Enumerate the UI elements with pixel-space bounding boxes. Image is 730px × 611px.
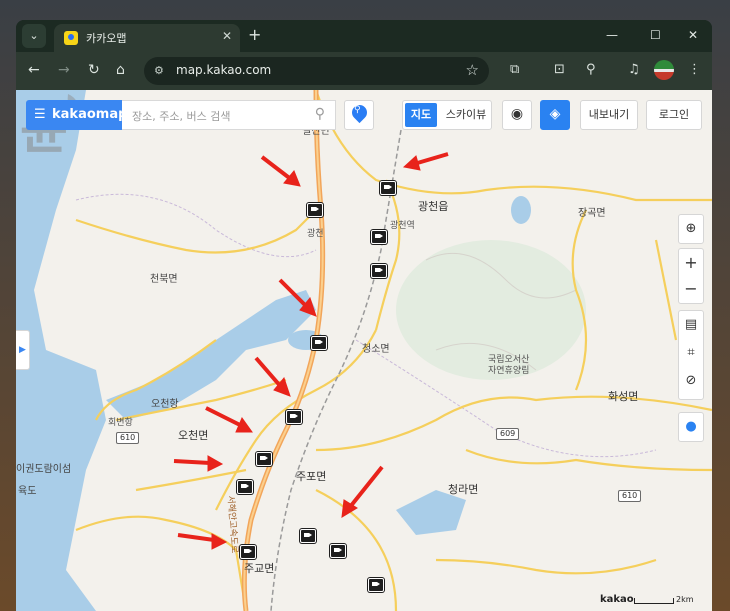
red-arrow-1 xyxy=(260,155,301,187)
speed-camera-marker[interactable] xyxy=(368,578,384,592)
roadview-button[interactable]: ◉ xyxy=(502,100,532,130)
home-icon[interactable]: ⌂ xyxy=(116,62,125,78)
search-placeholder: 장소, 주소, 버스 검색 xyxy=(132,110,231,123)
browser-window: ⌄ 카카오맵 ✕ + — ☐ ✕ ← → ↻ ⌂ ⚙ map.kakao.com… xyxy=(16,20,712,611)
reload-icon[interactable]: ↻ xyxy=(88,62,100,78)
media-control-icon[interactable]: ♫ xyxy=(628,62,640,77)
add-place-button[interactable]: ● xyxy=(678,412,704,442)
export-button[interactable]: 내보내기 xyxy=(580,100,638,130)
speed-camera-marker[interactable] xyxy=(371,264,387,278)
speed-camera-marker[interactable] xyxy=(286,410,302,424)
minimize-button[interactable]: — xyxy=(606,28,618,42)
kakaomap-logo: kakaomap xyxy=(52,107,128,122)
search-icon[interactable]: ⚲ xyxy=(315,106,325,122)
map-type-toggle: 지도 스카이뷰 xyxy=(402,100,492,130)
scale-label: 2km xyxy=(676,595,694,604)
browser-toolbar: ← → ↻ ⌂ ⚙ map.kakao.com ☆ ⧉ ⊡ ⚲ ♫ ⋮ xyxy=(16,52,712,90)
speed-camera-marker[interactable] xyxy=(307,203,323,217)
red-arrow-7 xyxy=(341,465,384,518)
place-label-ocheon-port[interactable]: 오천항 xyxy=(151,395,179,410)
address-bar-url[interactable]: map.kakao.com xyxy=(176,63,271,77)
speed-camera-marker[interactable] xyxy=(371,230,387,244)
local-roads xyxy=(75,90,712,611)
kakaomap-favicon-icon xyxy=(64,31,78,45)
place-label-gwangcheon-eup[interactable]: 광천읍 xyxy=(418,198,448,214)
nearby-pin-button[interactable] xyxy=(344,100,374,130)
translate-icon[interactable]: ⚲ xyxy=(586,62,596,77)
place-label-gwangcheon-station[interactable]: 광천역 xyxy=(390,218,415,231)
place-label-cheongso[interactable]: 청소면 xyxy=(362,340,390,355)
zoom-out-icon[interactable]: − xyxy=(679,279,703,298)
zoom-in-icon[interactable]: + xyxy=(679,253,703,272)
place-label-ocheon[interactable]: 오천면 xyxy=(178,427,208,443)
speed-camera-marker[interactable] xyxy=(256,452,272,466)
speed-camera-marker[interactable] xyxy=(311,336,327,350)
map-type-map-button[interactable]: 지도 xyxy=(405,103,437,127)
maximize-button[interactable]: ☐ xyxy=(650,28,661,42)
scale-bar xyxy=(634,598,674,604)
red-arrow-4 xyxy=(254,356,291,397)
place-label-cheongna[interactable]: 청라면 xyxy=(448,481,478,497)
tab-search-button[interactable]: ⌄ xyxy=(22,24,46,48)
more-menu-icon[interactable]: ⋮ xyxy=(688,62,701,77)
crosshair-icon: ⊕ xyxy=(685,221,697,236)
place-label-island[interactable]: 이권도람이섬 xyxy=(16,460,71,475)
my-location-button[interactable]: ⊕ xyxy=(678,214,704,244)
login-button[interactable]: 로그인 xyxy=(646,100,702,130)
route-shield-610: 610 xyxy=(618,490,642,502)
speed-camera-marker[interactable] xyxy=(380,181,396,195)
place-label-janggok[interactable]: 장곡면 xyxy=(578,204,606,219)
bookmark-star-icon[interactable]: ☆ xyxy=(466,61,479,79)
radius-icon[interactable]: ⊘ xyxy=(679,373,703,388)
layers-icon: ◈ xyxy=(549,106,561,122)
map-canvas[interactable]: 윤 결신면 광천읍 광천 광천역 장곡면 천북면 청소면 국립오서산 자연휴양림… xyxy=(16,90,712,611)
address-bar[interactable]: ⚙ map.kakao.com ☆ xyxy=(144,57,489,85)
map-type-skyview-button[interactable]: 스카이뷰 xyxy=(443,103,489,127)
kakaomap-menu-button[interactable]: ☰ kakaomap xyxy=(26,100,127,130)
speed-camera-marker[interactable] xyxy=(237,480,253,494)
back-arrow-icon[interactable]: ← xyxy=(28,62,40,78)
ruler-icon[interactable]: ▤ xyxy=(679,317,703,332)
railway-line xyxy=(270,129,402,611)
extensions-puzzle-icon[interactable]: ⧉ xyxy=(510,62,519,77)
location-pin-icon: ◉ xyxy=(510,106,524,122)
speed-camera-marker[interactable] xyxy=(330,544,346,558)
site-info-icon[interactable]: ⚙ xyxy=(154,64,164,77)
place-label-jugyo[interactable]: 주교면 xyxy=(244,560,274,576)
route-shield-609: 609 xyxy=(496,428,520,440)
tab-close-icon[interactable]: ✕ xyxy=(222,29,232,43)
place-label-jupo[interactable]: 주포면 xyxy=(296,468,326,484)
place-label-hoebyeon-port[interactable]: 회변항 xyxy=(108,415,133,428)
active-tab[interactable]: 카카오맵 ✕ xyxy=(54,24,240,52)
screenshot-icon[interactable]: ⊡ xyxy=(554,62,565,77)
search-input[interactable]: 장소, 주소, 버스 검색 ⚲ xyxy=(122,100,336,130)
speed-camera-marker[interactable] xyxy=(300,529,316,543)
hamburger-icon[interactable]: ☰ xyxy=(34,107,46,122)
panel-toggle-button[interactable]: ▶ xyxy=(16,330,30,370)
zoom-control: + − xyxy=(678,248,704,304)
admin-boundary xyxy=(75,193,317,258)
red-arrow-5 xyxy=(205,406,253,433)
area-measure-icon[interactable]: ⌗ xyxy=(679,345,703,360)
layers-button[interactable]: ◈ xyxy=(540,100,570,130)
map-tools-panel: ▤ ⌗ ⊘ xyxy=(678,310,704,400)
tab-title: 카카오맵 xyxy=(86,32,127,45)
new-tab-button[interactable]: + xyxy=(248,26,261,44)
red-arrow-2 xyxy=(402,152,449,171)
place-label-yukdo[interactable]: 육도 xyxy=(18,482,36,497)
place-label-hwaseong[interactable]: 화성면 xyxy=(608,388,638,404)
kakao-footer-logo: kakao xyxy=(600,594,634,605)
route-shield-610: 610 xyxy=(116,432,140,444)
profile-avatar[interactable] xyxy=(654,60,674,80)
lake-2 xyxy=(511,196,531,224)
speed-camera-marker[interactable] xyxy=(240,545,256,559)
place-label-gwangcheon[interactable]: 광천 xyxy=(307,226,324,239)
close-window-button[interactable]: ✕ xyxy=(688,28,698,42)
add-pin-icon: ● xyxy=(685,419,697,434)
place-label-oseosan-forest[interactable]: 자연휴양림 xyxy=(488,363,529,376)
forward-arrow-icon[interactable]: → xyxy=(58,62,70,78)
place-label-cheonbuk[interactable]: 천북면 xyxy=(150,270,178,285)
red-arrow-6 xyxy=(173,455,224,472)
tab-strip: ⌄ 카카오맵 ✕ + — ☐ ✕ xyxy=(16,20,712,52)
